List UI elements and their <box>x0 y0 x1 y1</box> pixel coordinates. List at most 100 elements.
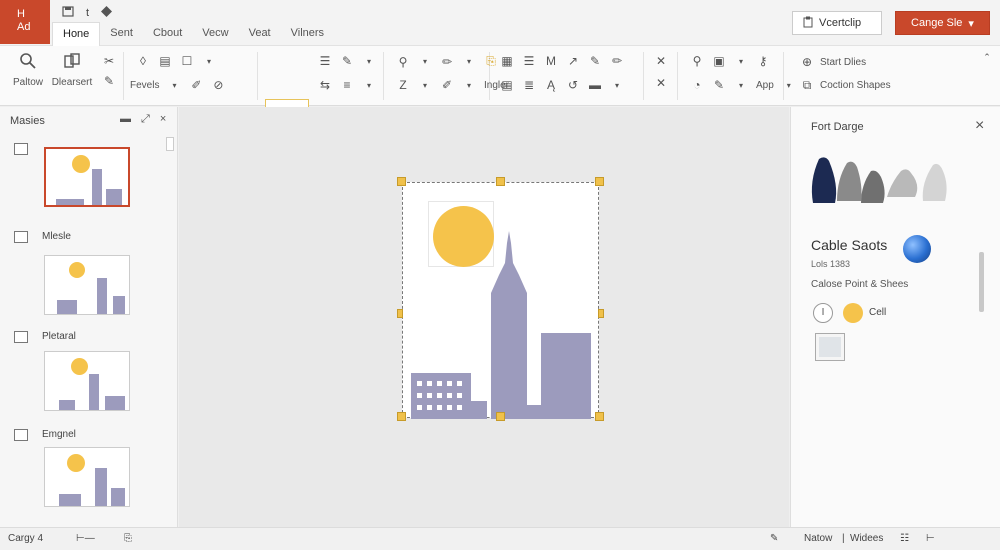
m-icon[interactable]: M <box>544 54 558 68</box>
tab-home[interactable]: Hone <box>52 22 101 46</box>
current-slide[interactable] <box>397 177 604 421</box>
chevron-down-icon[interactable]: ▾ <box>202 57 216 66</box>
grid-view-icon[interactable]: ☷ <box>900 533 909 544</box>
chevron-down-icon[interactable]: ▾ <box>782 81 796 90</box>
resize-handle-sw[interactable] <box>397 412 406 421</box>
app-logo[interactable]: H Ad <box>0 0 50 44</box>
notes-icon[interactable]: ⊢— <box>76 533 95 544</box>
z-icon[interactable]: Z <box>396 78 410 92</box>
sphere-icon[interactable] <box>903 235 931 263</box>
pen-icon[interactable]: ✎ <box>588 54 602 68</box>
notes-button[interactable]: Natow <box>804 533 832 544</box>
chevron-down-icon[interactable]: ▾ <box>734 57 748 66</box>
dash-icon[interactable]: ▬ <box>588 78 602 92</box>
scrollbar[interactable] <box>979 252 984 312</box>
chevron-down-icon[interactable]: ▾ <box>418 81 432 90</box>
close-icon[interactable]: ✕ <box>654 54 668 68</box>
resize-handle-n[interactable] <box>496 177 505 186</box>
slide-checkbox[interactable] <box>14 429 28 441</box>
picture-icon[interactable]: ▣ <box>712 54 726 68</box>
search-icon[interactable]: ⚲ <box>690 54 704 68</box>
pen-icon[interactable]: ✎ <box>770 533 778 544</box>
views-button[interactable]: Widees <box>850 533 883 544</box>
curve-icon[interactable]: ↺ <box>566 78 580 92</box>
resize-handle-nw[interactable] <box>397 177 406 186</box>
resize-handle-e[interactable] <box>598 309 604 318</box>
start-slides-button[interactable]: ⊕ Start Dlies <box>800 55 866 69</box>
table-icon[interactable]: ▤ <box>500 78 514 92</box>
vertclip-button[interactable]: Vcertclip <box>792 11 882 35</box>
slide-checkbox[interactable] <box>14 331 28 343</box>
slide-preview[interactable] <box>44 351 130 411</box>
tab-veat[interactable]: Veat <box>239 22 281 46</box>
resize-handle-se[interactable] <box>595 412 604 421</box>
list-icon[interactable]: ☰ <box>318 54 332 68</box>
eraser-icon[interactable]: ✐ <box>440 78 454 92</box>
slide-canvas[interactable] <box>179 107 789 527</box>
shape-styles-gallery[interactable] <box>809 155 959 207</box>
rows-icon[interactable]: ≣ <box>522 78 536 92</box>
chevron-down-icon[interactable]: ▾ <box>362 81 376 90</box>
change-slide-button[interactable]: Cange Sle ▾ <box>895 11 990 35</box>
pen-icon[interactable]: ✎ <box>340 54 354 68</box>
bullets-icon[interactable]: ≡ <box>340 78 354 92</box>
chevron-down-icon[interactable]: ▾ <box>462 81 476 90</box>
pen-icon[interactable]: ✐ <box>189 78 203 92</box>
text-box-icon[interactable]: ☐ <box>180 54 194 68</box>
diamond-icon[interactable] <box>101 6 113 20</box>
brush-icon[interactable]: ✎ <box>712 78 726 92</box>
key-icon[interactable]: ⚷ <box>756 54 770 68</box>
align-icon[interactable]: ⇆ <box>318 78 332 92</box>
tab-vilners[interactable]: Vilners <box>281 22 334 46</box>
caption-shapes-button[interactable]: ⧉ Coction Shapes <box>800 78 891 93</box>
collapse-icon[interactable]: ▬ <box>120 113 131 126</box>
scissors-icon[interactable]: ✂ <box>102 54 116 68</box>
fill-color-swatch[interactable] <box>843 303 863 323</box>
format-painter-icon[interactable]: ▤ <box>158 54 172 68</box>
tab-vecw[interactable]: Vecw <box>192 22 238 46</box>
option-radio[interactable]: I <box>813 303 833 323</box>
lines-icon[interactable]: ☰ <box>522 54 536 68</box>
app-label[interactable]: App <box>756 80 774 91</box>
chevron-down-icon[interactable]: ▾ <box>462 57 476 66</box>
chevron-down-icon[interactable]: ▾ <box>362 57 376 66</box>
scrollbar[interactable] <box>166 137 174 151</box>
tab-cbout[interactable]: Cbout <box>143 22 192 46</box>
pencil-icon[interactable]: ✏ <box>610 54 624 68</box>
close-icon[interactable]: × <box>160 113 166 126</box>
clearsert-button[interactable]: Dlearsert <box>50 52 94 88</box>
grid-icon[interactable]: ▦ <box>500 54 514 68</box>
drop-icon[interactable]: ◊ <box>136 54 150 68</box>
tab-sent[interactable]: Sent <box>100 22 143 46</box>
wand-icon[interactable]: ⚲ <box>396 55 410 69</box>
resize-handle-s[interactable] <box>496 412 505 421</box>
clipboard-icon[interactable]: ⎘ <box>124 533 132 544</box>
slide-checkbox[interactable] <box>14 231 28 243</box>
pencil-icon[interactable]: ✏ <box>440 55 454 69</box>
slide-preview[interactable] <box>44 255 130 315</box>
slide-preview[interactable] <box>44 447 130 507</box>
slide-preview[interactable] <box>44 147 130 207</box>
resize-handle-w[interactable] <box>397 309 403 318</box>
slide-checkbox[interactable] <box>14 143 28 155</box>
pen-icon[interactable]: ⤢ <box>141 113 150 126</box>
save-icon[interactable] <box>62 6 74 20</box>
clock-icon[interactable]: ◔ <box>690 78 704 92</box>
link-icon[interactable]: ⊘ <box>211 78 225 92</box>
skyline-graphic[interactable] <box>403 183 600 419</box>
zoom-slider-start[interactable]: ⊢ <box>926 533 935 544</box>
ribbon-collapse[interactable]: ⌃ <box>980 52 994 63</box>
chevron-down-icon[interactable]: ▾ <box>167 81 181 90</box>
brush-icon[interactable]: ✎ <box>102 74 116 88</box>
a-icon[interactable]: Ą <box>544 78 558 92</box>
arrow-icon[interactable]: ↗ <box>566 54 580 68</box>
paste-button[interactable]: Paltow <box>6 52 50 88</box>
chevron-down-icon[interactable]: ▾ <box>734 81 748 90</box>
frame-style-swatch[interactable] <box>815 333 845 361</box>
close-icon[interactable]: ✕ <box>654 76 668 90</box>
chevron-down-icon[interactable]: ▾ <box>418 57 432 66</box>
fevels-label[interactable]: Fevels <box>130 80 159 91</box>
resize-handle-ne[interactable] <box>595 177 604 186</box>
chevron-down-icon[interactable]: ▾ <box>610 81 624 90</box>
close-icon[interactable]: × <box>975 117 984 135</box>
